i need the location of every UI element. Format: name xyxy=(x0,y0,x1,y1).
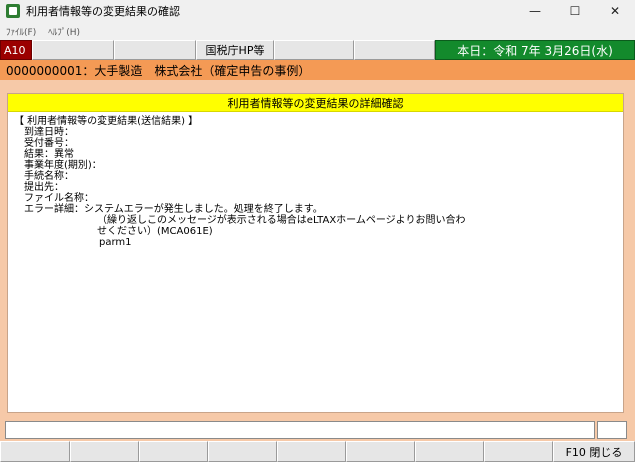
close-button[interactable]: F10 閉じる xyxy=(553,441,635,462)
toolbar-button-4[interactable] xyxy=(274,40,354,60)
toolbar-button-1[interactable] xyxy=(32,40,114,60)
toolbar-button-2[interactable] xyxy=(114,40,196,60)
window-controls: — ☐ ✕ xyxy=(515,0,635,22)
receipt-line: 受付番号： xyxy=(24,138,74,149)
error-more-line-2: せください）(MCA061E) xyxy=(97,226,213,237)
today-date: 本日：令和 7年 3月26日(水) xyxy=(435,40,635,60)
company-banner: 0000000001：大手製造 株式会社（確定申告の事例） xyxy=(0,60,635,80)
file-name-line: ファイル名称： xyxy=(24,193,94,204)
fkey-6[interactable] xyxy=(346,441,415,462)
section-title: 【 利用者情報等の変更結果(送信結果) 】 xyxy=(14,116,199,127)
menu-bar: ﾌｧｲﾙ(F) ﾍﾙﾌﾟ(H) xyxy=(0,22,635,40)
toolbar-button-5[interactable] xyxy=(354,40,435,60)
submit-to-line: 提出先： xyxy=(24,182,64,193)
menu-file[interactable]: ﾌｧｲﾙ(F) xyxy=(6,25,36,38)
toolbar: A10 国税庁HP等 本日：令和 7年 3月26日(水) xyxy=(0,40,635,60)
fiscal-year-line: 事業年度(期別)： xyxy=(24,160,102,171)
arrival-line: 到達日時： xyxy=(24,127,74,138)
panel-header: 利用者情報等の変更結果の詳細確認 xyxy=(8,94,623,112)
function-key-bar: F10 閉じる xyxy=(0,441,635,462)
result-line: 結果：異常 xyxy=(24,149,74,160)
fkey-5[interactable] xyxy=(277,441,346,462)
procedure-line: 手続名称： xyxy=(24,171,74,182)
fkey-4[interactable] xyxy=(208,441,277,462)
detail-panel: 利用者情報等の変更結果の詳細確認 【 利用者情報等の変更結果(送信結果) 】 到… xyxy=(7,93,624,413)
panel-body: 【 利用者情報等の変更結果(送信結果) 】 到達日時： 受付番号： 結果：異常 … xyxy=(8,112,623,252)
fkey-3[interactable] xyxy=(139,441,208,462)
tax-office-hp-button[interactable]: 国税庁HP等 xyxy=(196,40,274,60)
error-detail-line: エラー詳細：システムエラーが発生しました。処理を終了します。 xyxy=(24,204,323,215)
title-bar: 利用者情報等の変更結果の確認 — ☐ ✕ xyxy=(0,0,635,22)
fkey-1[interactable] xyxy=(0,441,70,462)
error-more-line-1: （繰り返しこのメッセージが表示される場合はeLTAXホームページよりお問い合わ xyxy=(97,215,466,226)
minimize-icon[interactable]: — xyxy=(515,0,555,22)
small-input[interactable] xyxy=(597,421,627,439)
app-icon xyxy=(6,4,20,18)
parm-line: parm1 xyxy=(99,237,132,248)
fkey-2[interactable] xyxy=(70,441,139,462)
screen-code: A10 xyxy=(0,40,32,60)
fkey-7[interactable] xyxy=(415,441,484,462)
fkey-8[interactable] xyxy=(484,441,553,462)
window-title: 利用者情報等の変更結果の確認 xyxy=(26,5,180,18)
menu-help[interactable]: ﾍﾙﾌﾟ(H) xyxy=(48,25,80,38)
message-input[interactable] xyxy=(5,421,595,439)
maximize-icon[interactable]: ☐ xyxy=(555,0,595,22)
close-icon[interactable]: ✕ xyxy=(595,0,635,22)
